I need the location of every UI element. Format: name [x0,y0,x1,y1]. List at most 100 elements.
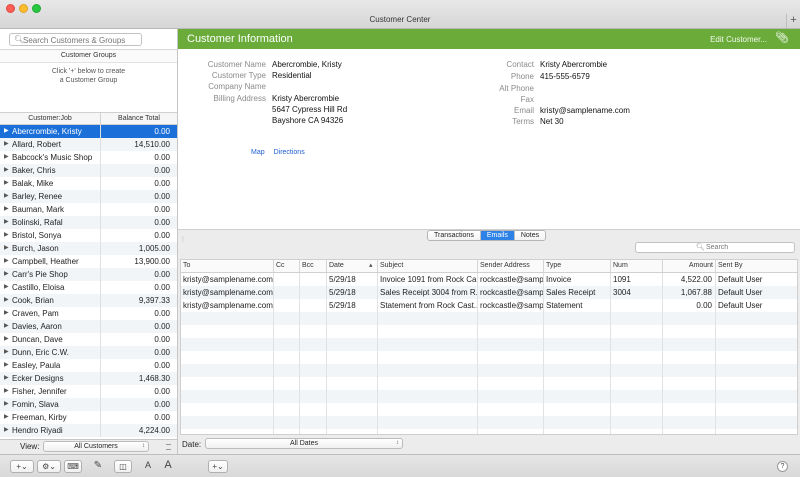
paperclip-icon[interactable]: 📎︎ [775,31,789,44]
tab-bar: Transactions Emails Notes [427,230,547,241]
email-search-input[interactable] [706,243,786,252]
email-row[interactable]: kristy@samplename.com 5/29/18 Sales Receip… [181,286,797,299]
column-header-balance-total[interactable]: Balance Total [101,113,177,125]
tab-emails[interactable]: Emails [480,231,515,240]
disclosure-triangle-icon[interactable]: ▶ [4,255,9,268]
disclosure-triangle-icon[interactable]: ▶ [4,320,9,333]
decrease-font-button[interactable]: A [142,460,154,473]
resize-grip-icon[interactable] [166,444,171,450]
customer-row[interactable]: ▶ Balak, Mike 0.00 [0,177,177,190]
customer-search-box[interactable]: 🔍︎ [9,33,142,46]
customer-row[interactable]: ▶ Baker, Chris 0.00 [0,164,177,177]
disclosure-triangle-icon[interactable]: ▶ [4,411,9,424]
customer-row[interactable]: ▶ Abercrombie, Kristy 0.00 [0,125,177,138]
customer-row[interactable]: ▶ Burch, Jason 1,005.00 [0,242,177,255]
empty-row [181,403,797,416]
add-menu-button[interactable]: +⌄ [10,460,34,473]
map-link[interactable]: Map [251,149,265,156]
disclosure-triangle-icon[interactable]: ▶ [4,138,9,151]
column-header-amount[interactable]: Amount [663,260,716,272]
disclosure-triangle-icon[interactable]: ▶ [4,216,9,229]
disclosure-triangle-icon[interactable]: ▶ [4,203,9,216]
customer-row[interactable]: ▶ Carr's Pie Shop 0.00 [0,268,177,281]
disclosure-triangle-icon[interactable]: ▶ [4,333,9,346]
customer-name: Burch, Jason [12,244,59,253]
edit-pen-button[interactable]: ✎ [90,460,106,473]
customer-row[interactable]: ▶ Davies, Aaron 0.00 [0,320,177,333]
customer-search-input[interactable] [23,35,139,45]
new-tab-button[interactable]: + [786,14,800,28]
customer-row[interactable]: ▶ Fisher, Jennifer 0.00 [0,385,177,398]
keyboard-button[interactable]: ⌨ [64,460,82,473]
customer-row[interactable]: ▶ Easley, Paula 0.00 [0,359,177,372]
disclosure-triangle-icon[interactable]: ▶ [4,385,9,398]
directions-link[interactable]: Directions [274,149,305,156]
minimize-window-button[interactable] [19,4,28,13]
disclosure-triangle-icon[interactable]: ▶ [4,164,9,177]
customer-row[interactable]: ▶ Cook, Brian 9,397.33 [0,294,177,307]
help-button[interactable]: ? [777,461,788,472]
customer-row[interactable]: ▶ Babcock's Music Shop 0.00 [0,151,177,164]
column-header-cc[interactable]: Cc [274,260,300,272]
disclosure-triangle-icon[interactable]: ▶ [4,307,9,320]
customer-row[interactable]: ▶ Bristol, Sonya 0.00 [0,229,177,242]
disclosure-triangle-icon[interactable]: ▶ [4,281,9,294]
customer-row[interactable]: ▶ Ecker Designs 1,468.30 [0,372,177,385]
customer-row[interactable]: ▶ Freeman, Kirby 0.00 [0,411,177,424]
disclosure-triangle-icon[interactable]: ▶ [4,268,9,281]
disclosure-triangle-icon[interactable]: ▶ [4,359,9,372]
cell-to: kristy@samplename.com [183,286,274,299]
tab-transactions[interactable]: Transactions [428,231,481,240]
column-header-bcc[interactable]: Bcc [300,260,327,272]
tab-notes[interactable]: Notes [514,231,546,240]
disclosure-triangle-icon[interactable]: ▶ [4,294,9,307]
action-menu-button[interactable]: ⚙⌄ [37,460,61,473]
disclosure-triangle-icon[interactable]: ▶ [4,229,9,242]
disclosure-triangle-icon[interactable]: ▶ [4,372,9,385]
date-select[interactable]: All Dates ↕ [205,438,403,449]
customer-balance: 0.00 [154,361,170,370]
customer-balance: 0.00 [154,322,170,331]
customer-row[interactable]: ▶ Castillo, Eloisa 0.00 [0,281,177,294]
customer-row[interactable]: ▶ Bolinski, Rafal 0.00 [0,216,177,229]
email-search-box[interactable]: 🔍︎ [635,242,795,253]
view-select[interactable]: All Customers ↕ [43,441,149,452]
customer-row[interactable]: ▶ Duncan, Dave 0.00 [0,333,177,346]
column-header-type[interactable]: Type [544,260,611,272]
add-item-button[interactable]: +⌄ [208,460,228,473]
field-contact: Contact Kristy Abercrombie [506,60,608,69]
column-header-num[interactable]: Num [611,260,663,272]
edit-customer-button[interactable]: Edit Customer... [710,35,767,44]
customer-row[interactable]: ▶ Campbell, Heather 13,900.00 [0,255,177,268]
view-label: View: [20,442,40,451]
splitter-handle-icon[interactable]: ⋮ [180,236,186,243]
column-header-customer-job[interactable]: Customer:Job [0,113,101,125]
disclosure-triangle-icon[interactable]: ▶ [4,190,9,203]
disclosure-triangle-icon[interactable]: ▶ [4,424,9,437]
column-header-sent-by[interactable]: Sent By [716,260,797,272]
disclosure-triangle-icon[interactable]: ▶ [4,125,9,138]
column-header-to[interactable]: To [181,260,274,272]
disclosure-triangle-icon[interactable]: ▶ [4,346,9,359]
customer-row[interactable]: ▶ Allard, Robert 14,510.00 [0,138,177,151]
email-link[interactable]: kristy@samplename.com [540,105,630,116]
increase-font-button[interactable]: A [162,460,174,473]
zoom-window-button[interactable] [32,4,41,13]
column-header-subject[interactable]: Subject [378,260,478,272]
customer-row[interactable]: ▶ Fomin, Slava 0.00 [0,398,177,411]
customer-row[interactable]: ▶ Bauman, Mark 0.00 [0,203,177,216]
email-row[interactable]: kristy@samplename.com 5/29/18 Statement fr… [181,299,797,312]
disclosure-triangle-icon[interactable]: ▶ [4,177,9,190]
customer-balance: 0.00 [154,153,170,162]
column-header-sender-address[interactable]: Sender Address [478,260,544,272]
email-row[interactable]: kristy@samplename.com 5/29/18 Invoice 1091… [181,273,797,286]
disclosure-triangle-icon[interactable]: ▶ [4,151,9,164]
disclosure-triangle-icon[interactable]: ▶ [4,398,9,411]
customer-row[interactable]: ▶ Hendro Riyadi 4,224.00 [0,424,177,437]
disclosure-triangle-icon[interactable]: ▶ [4,242,9,255]
close-window-button[interactable] [6,4,15,13]
customer-row[interactable]: ▶ Craven, Pam 0.00 [0,307,177,320]
toggle-sidebar-button[interactable]: ◫ [114,460,132,473]
customer-row[interactable]: ▶ Dunn, Eric C.W. 0.00 [0,346,177,359]
customer-row[interactable]: ▶ Barley, Renee 0.00 [0,190,177,203]
